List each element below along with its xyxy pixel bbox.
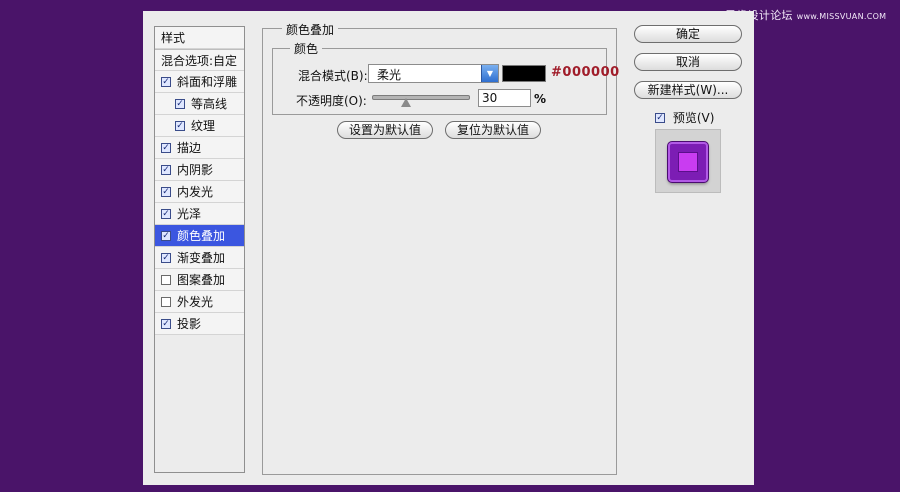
styles-header[interactable]: 样式 [155,27,244,49]
style-item[interactable]: ✓ 颜色叠加 [155,225,244,247]
style-item[interactable]: ✓ 渐变叠加 [155,247,244,269]
reset-default-button[interactable]: 复位为默认值 [445,121,541,139]
style-item[interactable]: ✓ 等高线 [155,93,244,115]
blend-mode-value: 柔光 [377,68,402,82]
color-group-title: 颜色 [290,40,323,57]
chevron-down-icon[interactable]: ▼ [481,65,498,82]
style-item-checkbox[interactable]: ✓ [161,143,171,153]
style-item-label: 图案叠加 [177,273,226,287]
style-item-checkbox[interactable] [161,275,171,285]
style-item-label: 投影 [177,317,202,331]
style-item-checkbox[interactable] [161,297,171,307]
set-default-button[interactable]: 设置为默认值 [337,121,433,139]
style-item-label: 光泽 [177,207,202,221]
preview-tile [668,142,708,182]
color-hex-label: #000000 [551,65,620,80]
blend-mode-label: 混合模式(B): [298,69,368,83]
style-item[interactable]: ✓ 内发光 [155,181,244,203]
style-item-label: 渐变叠加 [177,251,226,265]
style-item-checkbox[interactable]: ✓ [161,231,171,241]
layer-style-dialog: 样式 混合选项:自定 ✓ 斜面和浮雕 ✓ 等高线 ✓ 纹理 ✓ 描边 ✓ 内阴影 ✓ 内发光 ✓ 光泽 ✓ 颜… [143,11,754,485]
ok-button[interactable]: 确定 [634,25,742,43]
style-item-checkbox[interactable]: ✓ [161,209,171,219]
preview-toggle[interactable]: ✓ 预览(V) [655,109,714,126]
style-item[interactable]: ✓ 纹理 [155,115,244,137]
opacity-unit: % [534,92,547,106]
style-item-label: 斜面和浮雕 [177,75,238,89]
style-item[interactable]: ✓ 描边 [155,137,244,159]
style-item-checkbox[interactable]: ✓ [175,121,185,131]
panel-title: 颜色叠加 [282,21,339,38]
style-item[interactable]: ✓ 内阴影 [155,159,244,181]
style-item-checkbox[interactable]: ✓ [161,253,171,263]
preview-tile-inner [678,152,698,172]
opacity-slider-thumb[interactable] [400,98,411,107]
style-item-label: 颜色叠加 [177,229,226,243]
style-item[interactable]: 图案叠加 [155,269,244,291]
opacity-label: 不透明度(O): [296,94,367,108]
opacity-input[interactable]: 30 [478,89,531,107]
style-item-label: 描边 [177,141,202,155]
blend-options-item[interactable]: 混合选项:自定 [155,49,244,71]
style-item-checkbox[interactable]: ✓ [161,187,171,197]
style-item-checkbox[interactable]: ✓ [161,165,171,175]
style-item-checkbox[interactable]: ✓ [175,99,185,109]
style-item[interactable]: ✓ 斜面和浮雕 [155,71,244,93]
style-item-checkbox[interactable]: ✓ [161,77,171,87]
style-item-label: 纹理 [191,119,216,133]
new-style-button[interactable]: 新建样式(W)... [634,81,742,99]
preview-thumbnail [655,129,721,193]
style-item[interactable]: ✓ 投影 [155,313,244,335]
style-item[interactable]: 外发光 [155,291,244,313]
blend-mode-select[interactable]: 柔光 ▼ [368,64,499,83]
style-item-label: 等高线 [191,97,228,111]
preview-checkbox[interactable]: ✓ [655,112,665,123]
styles-list: 样式 混合选项:自定 ✓ 斜面和浮雕 ✓ 等高线 ✓ 纹理 ✓ 描边 ✓ 内阴影 ✓ 内发光 ✓ 光泽 ✓ 颜… [154,26,245,473]
style-item-checkbox[interactable]: ✓ [161,319,171,329]
color-swatch[interactable] [502,65,546,82]
style-item-label: 内发光 [177,185,214,199]
watermark-url: www.MISSVUAN.COM [796,12,887,21]
cancel-button[interactable]: 取消 [634,53,742,71]
style-item-label: 外发光 [177,295,214,309]
opacity-slider[interactable] [372,95,470,100]
preview-label: 预览(V) [672,111,715,125]
style-item[interactable]: ✓ 光泽 [155,203,244,225]
style-item-label: 内阴影 [177,163,214,177]
